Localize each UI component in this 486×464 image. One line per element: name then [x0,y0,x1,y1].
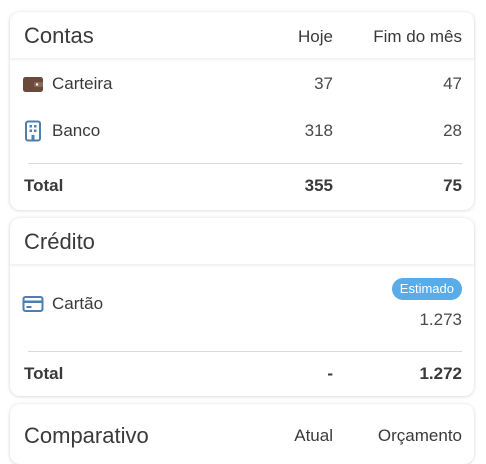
contas-header: Contas Hoje Fim do mês [10,12,474,58]
credito-card: Crédito Cartão Estimado 1.273 Total - 1.… [10,218,474,396]
total-month-end: 75 [443,176,462,195]
total-today: - [327,364,333,383]
total-label: Total [24,364,64,383]
credit-label: Cartão [52,294,104,313]
credito-divider [28,351,462,352]
col-fim-do-mes: Fim do mês [373,27,462,46]
comparativo-title: Comparativo [24,423,149,448]
total-today: 355 [304,176,333,195]
estimated-badge: Estimado [391,278,462,300]
col-hoje: Hoje [298,27,333,46]
credit-card-icon [22,293,44,315]
col-atual: Atual [294,426,333,445]
total-label: Total [24,176,64,195]
total-month-end: 1.272 [419,364,462,383]
contas-divider [28,163,462,164]
credito-header: Crédito [10,218,474,264]
account-label: Banco [52,121,101,140]
contas-card: Contas Hoje Fim do mês Carteira 37 47 Ba… [10,12,474,210]
account-label: Carteira [52,74,113,93]
credit-value: 1.273 [419,310,462,329]
account-today: 318 [304,121,333,140]
bank-building-icon [22,120,44,142]
credito-title: Crédito [24,229,95,254]
account-today: 37 [314,74,333,93]
account-month-end: 28 [443,121,462,140]
wallet-icon [22,73,44,95]
col-orcamento: Orçamento [377,426,462,445]
contas-title: Contas [24,23,94,48]
comparativo-card: Comparativo Atual Orçamento [10,404,474,464]
account-month-end: 47 [443,74,462,93]
